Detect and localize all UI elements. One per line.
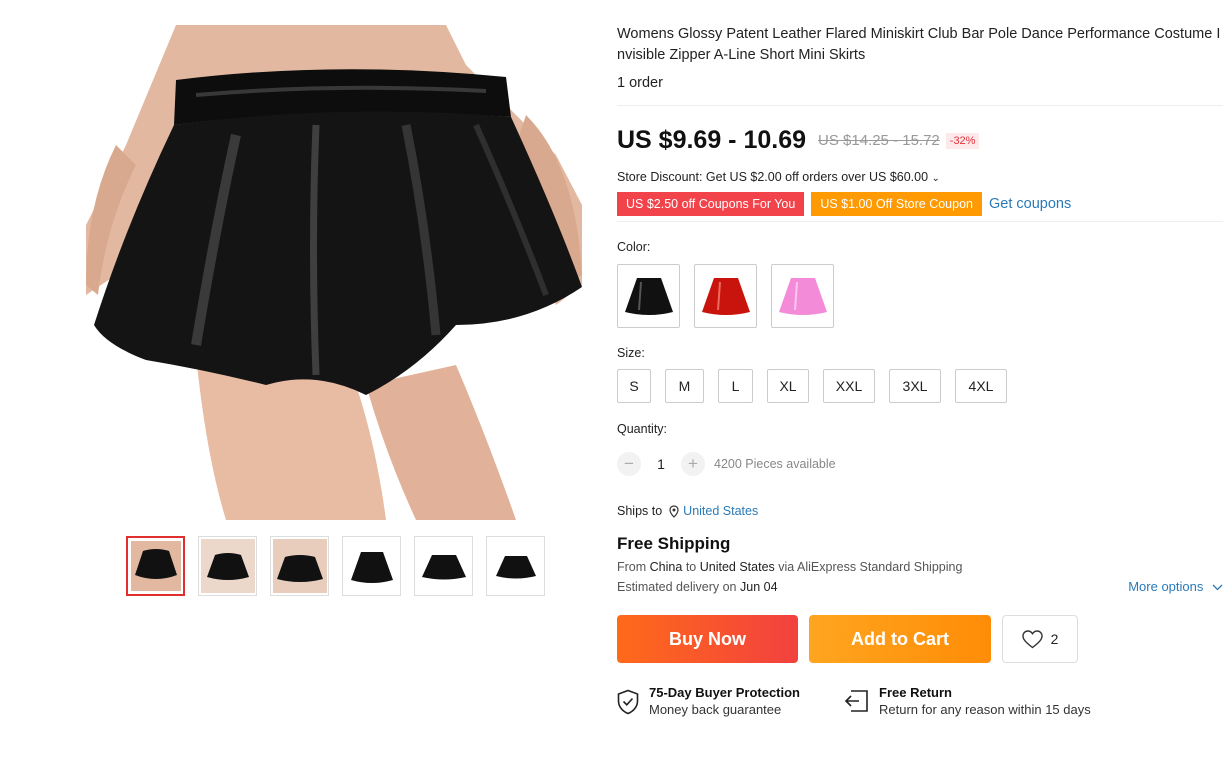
buy-now-button[interactable]: Buy Now: [617, 615, 798, 663]
shield-check-icon: [617, 689, 639, 715]
estimated-delivery-row: Estimated delivery on Jun 04 More option…: [617, 579, 1223, 594]
thumbnail-strip: [126, 536, 545, 596]
guarantee-row: 75-Day Buyer Protection Money back guara…: [617, 685, 1223, 717]
store-discount-text: Store Discount: Get US $2.00 off orders …: [617, 170, 929, 184]
free-return-text: Free Return Return for any reason within…: [879, 685, 1091, 717]
color-option-black[interactable]: [617, 264, 680, 328]
size-option-xxl[interactable]: XXL: [823, 369, 875, 403]
order-count: 1 order: [617, 75, 663, 91]
thumbnail-1[interactable]: [126, 536, 185, 596]
skirt-swatch-icon: [778, 278, 827, 315]
divider: [617, 221, 1223, 222]
discount-badge: -32%: [945, 132, 980, 149]
original-price: US $14.25 - 15.72: [818, 132, 940, 149]
buyer-protection[interactable]: 75-Day Buyer Protection Money back guara…: [617, 685, 843, 717]
wishlist-button[interactable]: 2: [1002, 615, 1078, 663]
chevron-down-icon: ⌄: [931, 173, 940, 184]
quantity-value[interactable]: 1: [641, 456, 681, 472]
product-page: Womens Glossy Patent Leather Flared Mini…: [0, 0, 1232, 767]
free-shipping-heading: Free Shipping: [617, 534, 731, 553]
free-return-title: Free Return: [879, 685, 952, 700]
size-option-3xl[interactable]: 3XL: [889, 369, 941, 403]
skirt-thumbnail-icon: [350, 552, 393, 583]
size-option-xl[interactable]: XL: [767, 369, 809, 403]
store-coupon[interactable]: US $1.00 Off Store Coupon: [811, 192, 982, 216]
free-return-subtitle: Return for any reason within 15 days: [879, 702, 1091, 717]
skirt-swatch-icon: [701, 278, 750, 315]
origin-country: China: [649, 560, 683, 574]
size-options: S M L XL XXL 3XL 4XL: [617, 369, 1223, 403]
skirt-thumbnail-icon: [495, 556, 536, 579]
coupon-row: US $2.50 off Coupons For You US $1.00 Of…: [617, 192, 1223, 216]
skirt-photo: [86, 25, 582, 520]
chevron-down-icon: [1212, 579, 1223, 594]
quantity-available: 4200 Pieces available: [714, 457, 836, 471]
product-details: Womens Glossy Patent Leather Flared Mini…: [617, 24, 1223, 717]
ships-to-country-link[interactable]: United States: [683, 504, 758, 518]
buyer-protection-subtitle: Money back guarantee: [649, 702, 782, 717]
store-discount[interactable]: Store Discount: Get US $2.00 off orders …: [617, 170, 1223, 184]
wishlist-count: 2: [1050, 631, 1059, 647]
skirt-thumbnail-icon: [272, 539, 327, 593]
thumbnail-2[interactable]: [198, 536, 257, 596]
thumbnail-5[interactable]: [414, 536, 473, 596]
coupon-for-you[interactable]: US $2.50 off Coupons For You: [617, 192, 805, 216]
from-label: From: [617, 560, 647, 574]
size-option-4xl[interactable]: 4XL: [955, 369, 1007, 403]
skirt-thumbnail-icon: [421, 555, 466, 580]
return-icon: [843, 689, 869, 713]
buyer-protection-title: 75-Day Buyer Protection: [649, 685, 800, 700]
product-title: Womens Glossy Patent Leather Flared Mini…: [617, 26, 1221, 63]
color-option-red[interactable]: [694, 264, 757, 328]
shipping-method: via AliExpress Standard Shipping: [778, 560, 963, 574]
more-options-link[interactable]: More options: [1128, 579, 1223, 594]
more-options-label: More options: [1128, 579, 1204, 594]
ships-to-label: Ships to: [617, 504, 663, 518]
estimated-delivery-date: Jun 04: [740, 579, 778, 594]
shipping-route: From China to United States via AliExpre…: [617, 560, 1223, 574]
buyer-protection-text: 75-Day Buyer Protection Money back guara…: [649, 685, 800, 717]
action-buttons: Buy Now Add to Cart 2: [617, 615, 1223, 663]
color-label: Color:: [617, 240, 651, 254]
color-option-pink[interactable]: [771, 264, 834, 328]
price-row: US $9.69 - 10.69 US $14.25 - 15.72 -32%: [617, 126, 1223, 155]
skirt-thumbnail-icon: [130, 541, 181, 591]
get-coupons-link[interactable]: Get coupons: [989, 196, 1071, 212]
decrease-quantity-button[interactable]: −: [617, 452, 641, 476]
ships-to-row: Ships to United States: [617, 504, 1223, 518]
heart-icon: [1021, 629, 1043, 649]
to-label: to: [685, 560, 697, 574]
thumbnail-3[interactable]: [270, 536, 329, 596]
quantity-stepper: − 1 + 4200 Pieces available: [617, 452, 1223, 476]
current-price: US $9.69 - 10.69: [617, 126, 807, 154]
location-pin-icon: [669, 504, 679, 518]
thumbnail-4[interactable]: [342, 536, 401, 596]
add-to-cart-button[interactable]: Add to Cart: [809, 615, 991, 663]
quantity-label: Quantity:: [617, 422, 668, 436]
size-option-m[interactable]: M: [665, 369, 704, 403]
increase-quantity-button[interactable]: +: [681, 452, 705, 476]
skirt-swatch-icon: [624, 278, 673, 315]
color-options: [617, 264, 1223, 328]
thumbnail-6[interactable]: [486, 536, 545, 596]
skirt-thumbnail-icon: [200, 539, 255, 593]
destination-country: United States: [699, 560, 775, 574]
size-option-s[interactable]: S: [617, 369, 651, 403]
size-label: Size:: [617, 346, 645, 360]
free-return[interactable]: Free Return Return for any reason within…: [843, 685, 1091, 717]
divider: [617, 105, 1223, 106]
estimated-delivery-label: Estimated delivery on: [617, 579, 737, 594]
size-option-l[interactable]: L: [718, 369, 753, 403]
estimated-delivery: Estimated delivery on Jun 04: [617, 580, 778, 594]
main-product-image[interactable]: [86, 25, 582, 520]
